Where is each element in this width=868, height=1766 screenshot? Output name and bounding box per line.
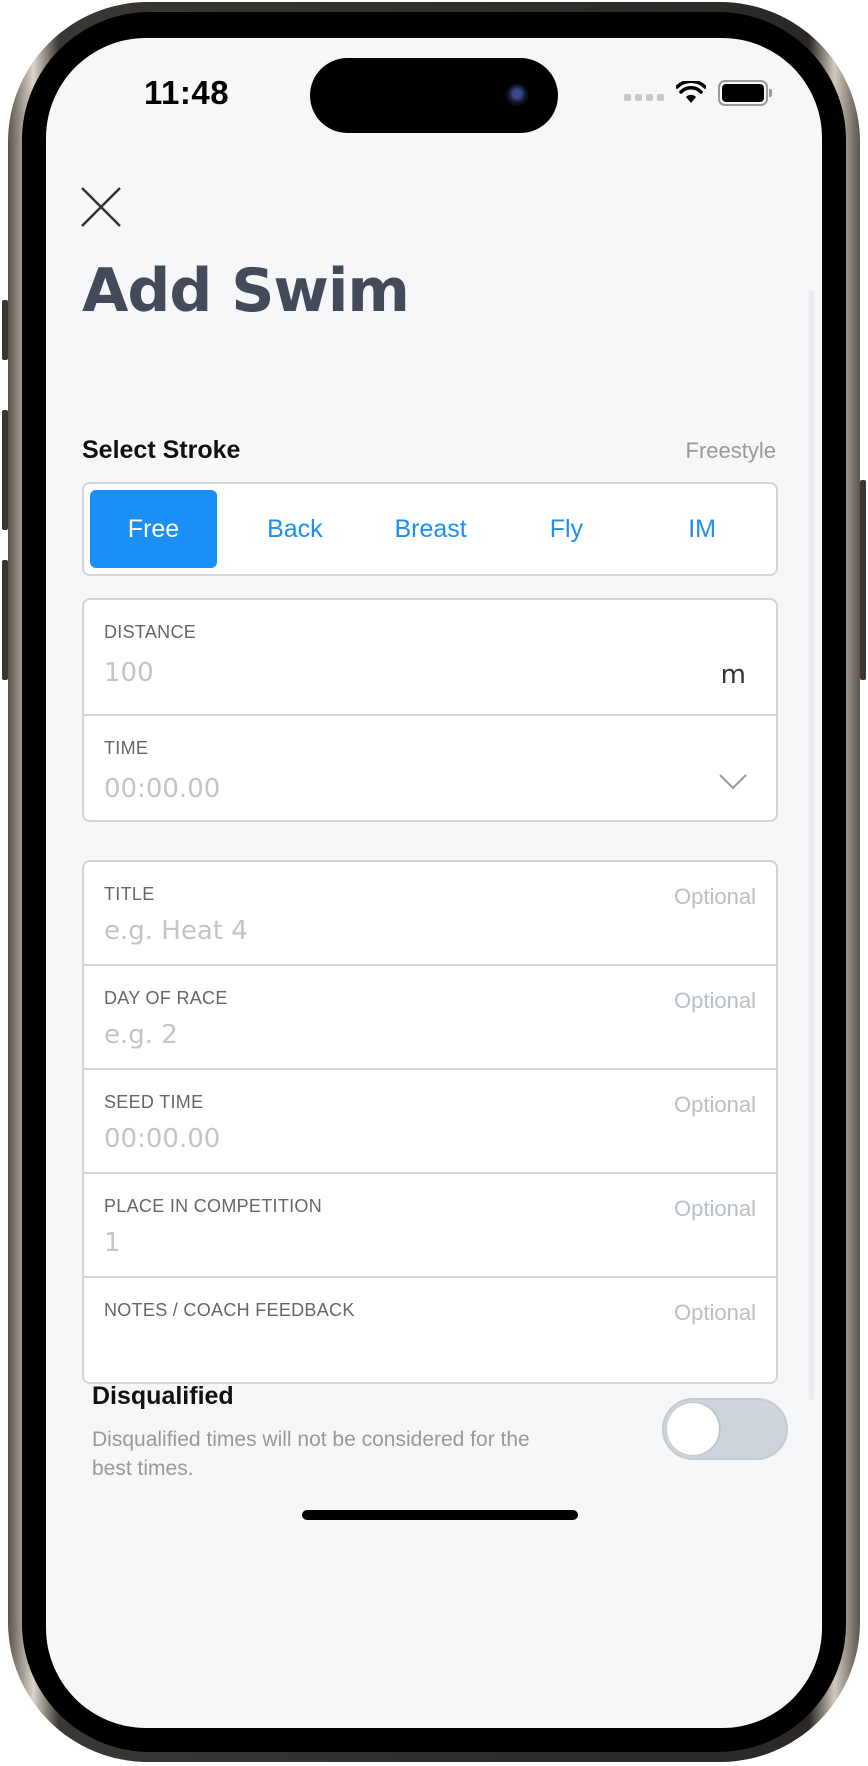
day-of-race-label: DAY OF RACE <box>104 988 228 1008</box>
optional-tag: Optional <box>674 988 756 1013</box>
title-label: TITLE <box>104 884 155 904</box>
day-of-race-row: DAY OF RACE Optional <box>84 966 776 1070</box>
distance-label: DISTANCE <box>104 622 197 642</box>
home-indicator[interactable] <box>302 1510 578 1520</box>
disqualified-toggle[interactable] <box>662 1398 788 1460</box>
title-input[interactable] <box>104 916 664 946</box>
close-icon[interactable] <box>80 186 122 228</box>
title-row: TITLE Optional <box>84 862 776 966</box>
chevron-down-icon[interactable] <box>718 766 748 796</box>
action-button <box>2 300 8 360</box>
place-label: PLACE IN COMPETITION <box>104 1196 323 1216</box>
distance-unit: m <box>720 660 746 690</box>
optional-tag: Optional <box>674 1300 756 1325</box>
power-button <box>860 480 866 680</box>
notes-input[interactable] <box>104 1332 664 1362</box>
page-title: Add Swim <box>82 256 410 326</box>
main-fields-card: DISTANCE m TIME <box>82 598 778 822</box>
stroke-section-title: Select Stroke <box>82 436 241 464</box>
stroke-option-back[interactable]: Back <box>227 490 363 568</box>
distance-row: DISTANCE m <box>84 600 776 716</box>
time-label: TIME <box>104 738 149 758</box>
wifi-icon <box>676 81 706 103</box>
day-of-race-input[interactable] <box>104 1020 664 1050</box>
status-icons <box>624 80 772 106</box>
optional-tag: Optional <box>674 884 756 909</box>
volume-down-button <box>2 560 8 680</box>
optional-tag: Optional <box>674 1092 756 1117</box>
optional-fields-card: TITLE Optional DAY OF RACE Optional SEED… <box>82 860 778 1384</box>
distance-input[interactable] <box>104 658 664 688</box>
status-time: 11:48 <box>144 74 230 111</box>
stroke-option-fly[interactable]: Fly <box>499 490 635 568</box>
toggle-knob <box>667 1403 719 1455</box>
volume-up-button <box>2 410 8 530</box>
stroke-option-free[interactable]: Free <box>90 490 217 568</box>
stroke-option-im[interactable]: IM <box>634 490 770 568</box>
time-input[interactable] <box>104 774 664 804</box>
place-row: PLACE IN COMPETITION Optional <box>84 1174 776 1278</box>
selected-stroke-name: Freestyle <box>685 438 776 463</box>
stroke-section-header: Select Stroke Freestyle <box>82 436 782 465</box>
battery-icon <box>718 80 772 106</box>
time-row[interactable]: TIME <box>84 716 776 820</box>
scrollbar[interactable] <box>809 290 814 1400</box>
camera-icon <box>506 84 528 106</box>
seed-time-input[interactable] <box>104 1124 664 1154</box>
seed-time-label: SEED TIME <box>104 1092 204 1112</box>
signal-icon <box>624 93 664 101</box>
notes-row: NOTES / COACH FEEDBACK Optional <box>84 1278 776 1382</box>
dynamic-island <box>310 58 558 133</box>
disqualified-description: Disqualified times will not be considere… <box>92 1428 530 1480</box>
seed-time-row: SEED TIME Optional <box>84 1070 776 1174</box>
screen: 11:48 Add Swim Select Stroke Freestyle F… <box>46 38 822 1728</box>
stroke-option-breast[interactable]: Breast <box>363 490 499 568</box>
optional-tag: Optional <box>674 1196 756 1221</box>
place-input[interactable] <box>104 1228 664 1258</box>
notes-label: NOTES / COACH FEEDBACK <box>104 1300 355 1320</box>
stroke-selector: Free Back Breast Fly IM <box>82 482 778 576</box>
